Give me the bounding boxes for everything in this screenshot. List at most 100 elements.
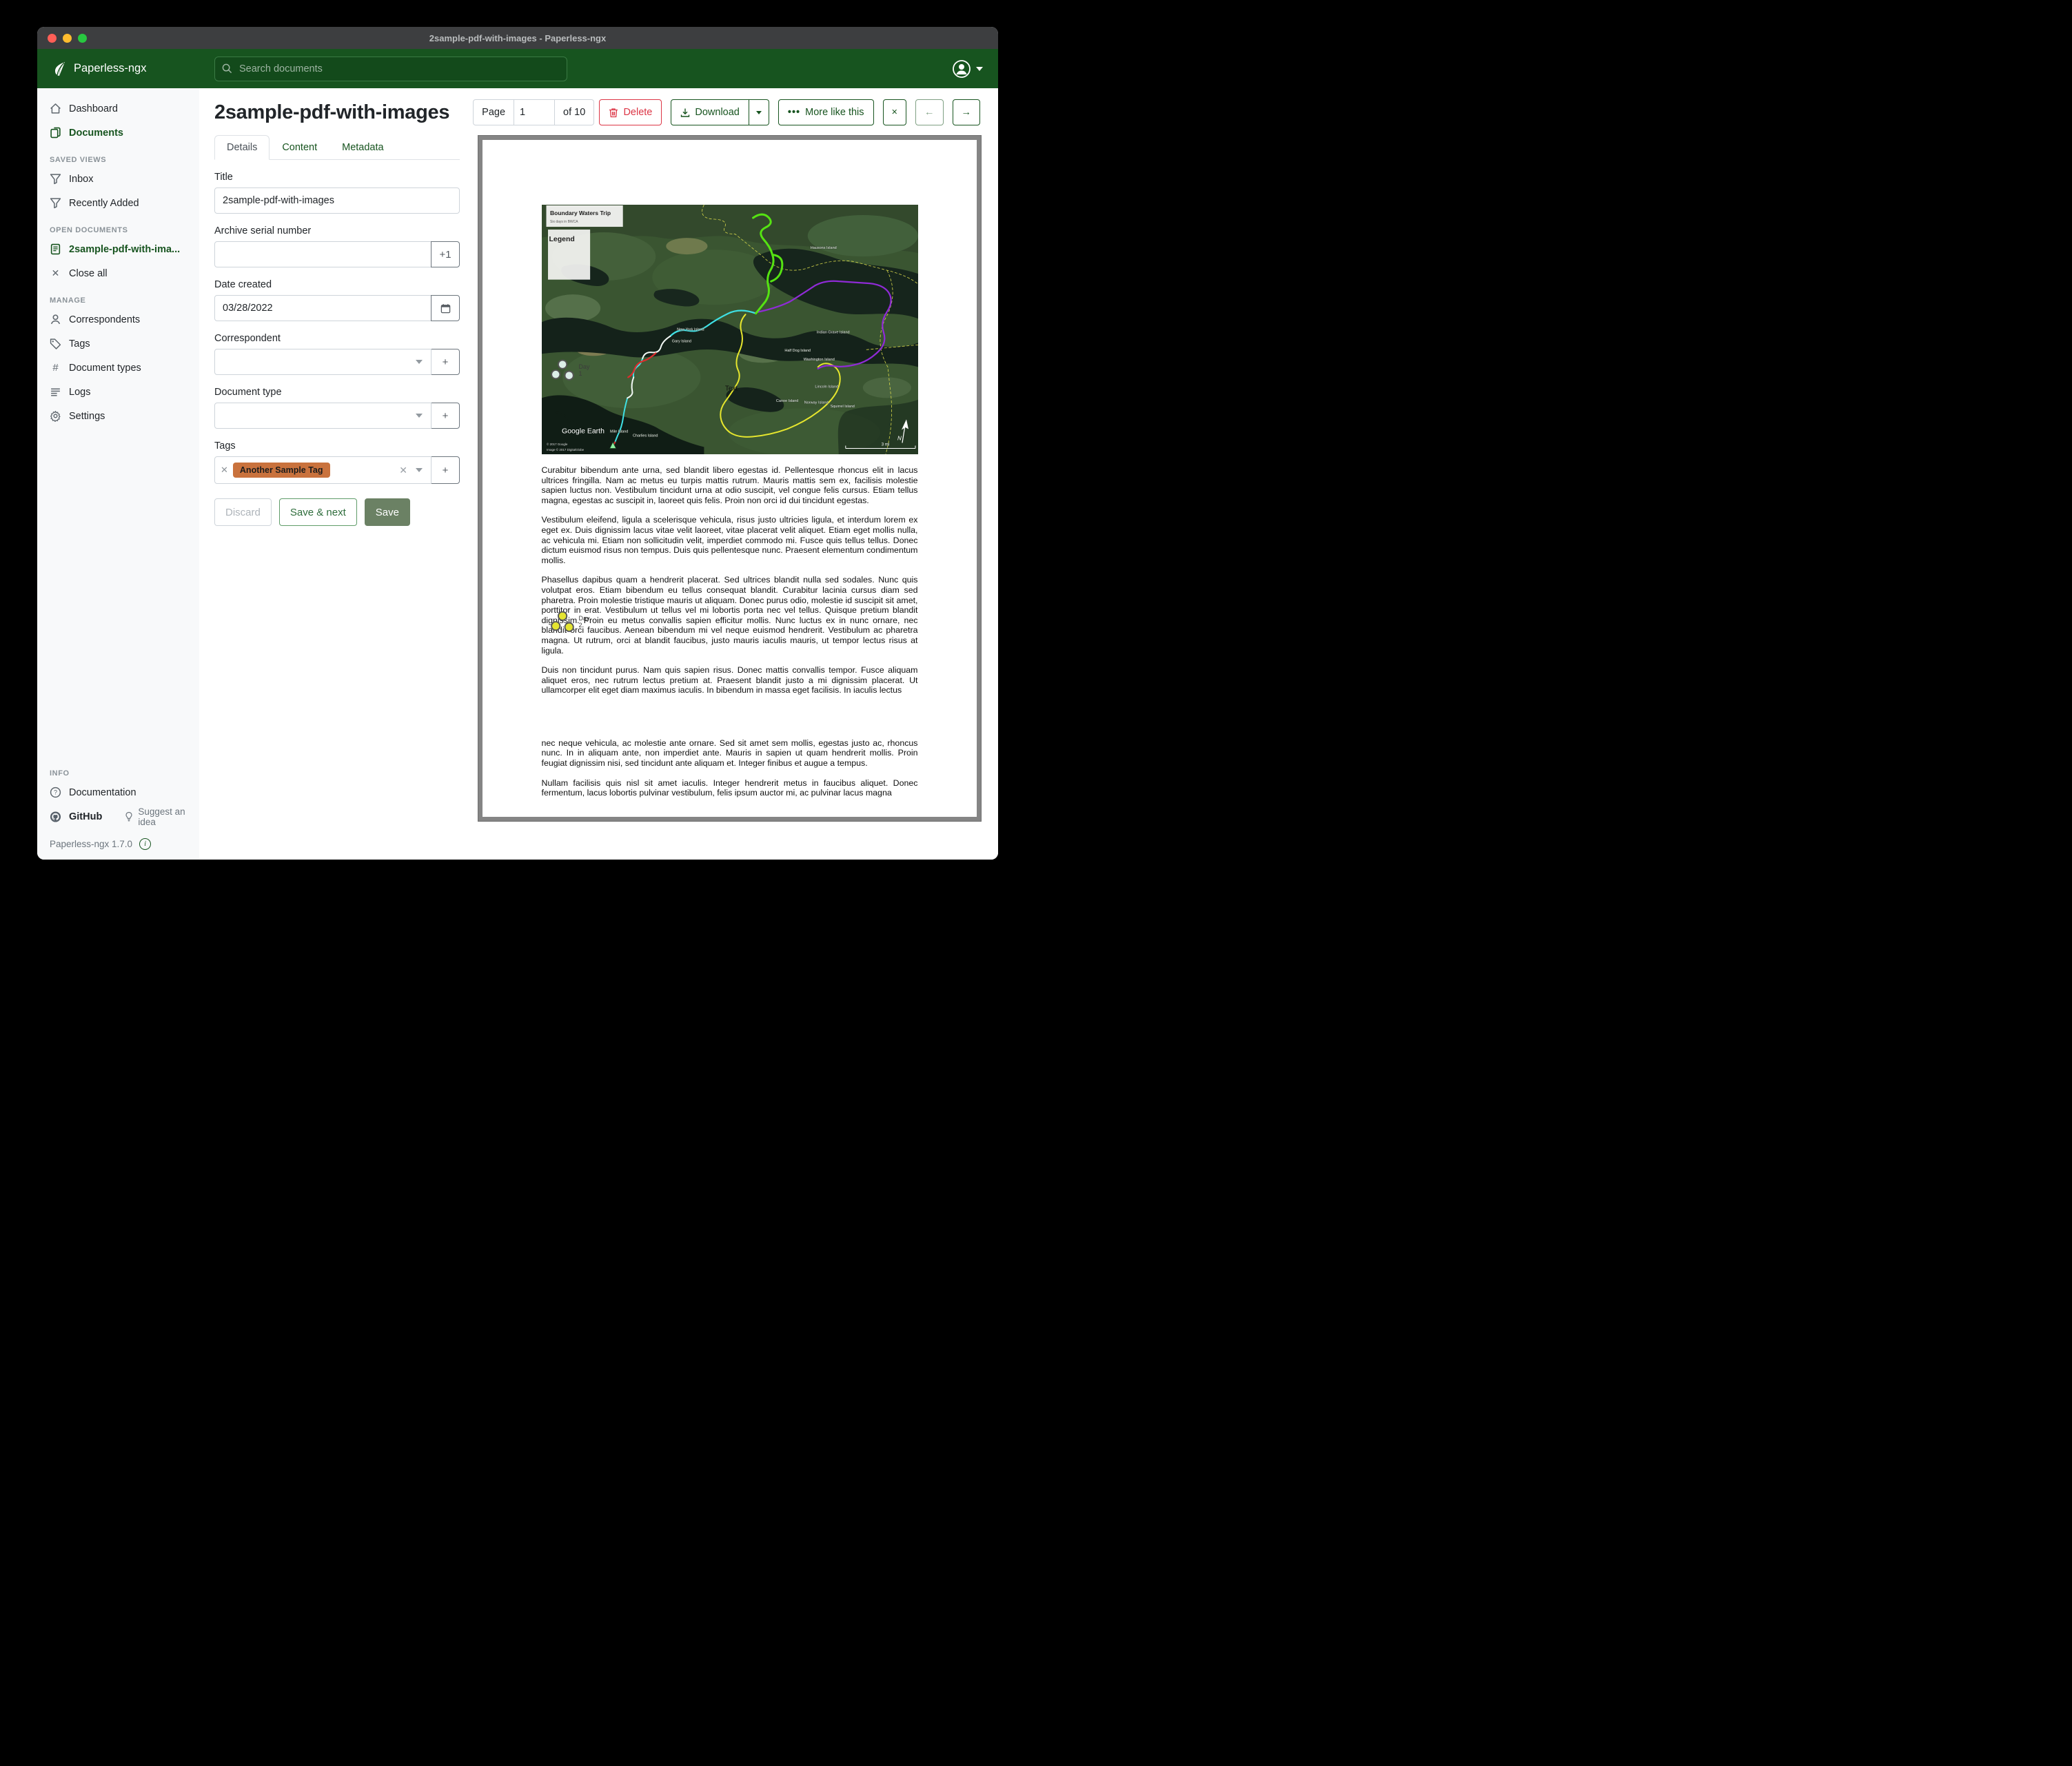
pdf-paragraph: nec neque vehicula, ac molestie ante orn… xyxy=(542,738,918,769)
map-label: New York Island xyxy=(677,328,704,332)
tags-label: Tags xyxy=(214,440,460,451)
add-document-type-button[interactable]: + xyxy=(431,403,460,429)
more-like-this-button[interactable]: ••• More like this xyxy=(778,99,874,125)
download-button[interactable]: Download xyxy=(671,99,749,125)
page-number-input[interactable] xyxy=(514,99,555,125)
map-label: Norway Island xyxy=(804,400,828,405)
chevron-down-icon xyxy=(416,468,423,472)
close-icon: × xyxy=(892,107,897,118)
sidebar-item-documents[interactable]: Documents xyxy=(37,121,199,145)
sidebar-item-label: 2sample-pdf-with-ima... xyxy=(69,244,180,255)
svg-text:Six days in BWCA: Six days in BWCA xyxy=(550,220,578,224)
chevron-down-icon xyxy=(976,67,983,71)
arrow-right-icon: → xyxy=(962,107,972,118)
sidebar-item-label: Close all xyxy=(69,268,108,279)
search-input[interactable] xyxy=(238,63,560,75)
close-document-button[interactable]: × xyxy=(883,99,906,125)
date-created-input[interactable] xyxy=(214,295,431,321)
map-image: Hausons IslandNew York IslandGary Island… xyxy=(542,205,918,454)
user-menu[interactable] xyxy=(953,60,983,78)
sidebar-item-open-document[interactable]: 2sample-pdf-with-ima... xyxy=(37,237,199,261)
legend-item: Day 3 xyxy=(549,749,590,817)
sidebar-footer: INFO ? Documentation GitHub Suggest an i… xyxy=(37,758,199,853)
sidebar-item-label: Tags xyxy=(69,338,90,349)
trash-icon xyxy=(609,108,618,118)
info-icon[interactable]: i xyxy=(139,838,151,850)
add-correspondent-button[interactable]: + xyxy=(431,349,460,375)
gear-icon xyxy=(50,410,61,422)
titlebar: 2sample-pdf-with-images - Paperless-ngx xyxy=(37,27,998,49)
file-text-icon xyxy=(50,243,61,255)
sidebar-item-inbox[interactable]: Inbox xyxy=(37,167,199,191)
satellite-map: Hausons IslandNew York IslandGary Island… xyxy=(542,205,918,454)
tags-select[interactable]: ✕ Another Sample Tag ✕ xyxy=(214,456,431,484)
more-like-this-label: More like this xyxy=(805,107,864,118)
track-icon xyxy=(549,497,575,747)
tab-metadata[interactable]: Metadata xyxy=(329,135,396,160)
funnel-icon xyxy=(50,197,61,209)
remove-tag-icon[interactable]: ✕ xyxy=(221,465,228,476)
document-type-label: Document type xyxy=(214,387,460,398)
download-split-button: Download xyxy=(671,99,769,125)
pdf-page: Hausons IslandNew York IslandGary Island… xyxy=(483,140,977,817)
correspondent-select[interactable] xyxy=(214,349,431,375)
save-button[interactable]: Save xyxy=(365,498,410,526)
document-actions: Delete Download ••• More like this × ← → xyxy=(599,99,980,125)
tab-content[interactable]: Content xyxy=(270,135,329,160)
title-input[interactable] xyxy=(214,187,460,214)
svg-text:N: N xyxy=(897,435,901,441)
sidebar-item-suggest-idea[interactable]: Suggest an idea xyxy=(124,806,199,827)
sidebar-item-label: Correspondents xyxy=(69,314,140,325)
manage-header: MANAGE xyxy=(37,285,199,307)
sidebar-item-documentation[interactable]: ? Documentation xyxy=(37,780,199,804)
pdf-paragraph: Nullam facilisis quis nisl sit amet iacu… xyxy=(542,778,918,798)
asn-input[interactable] xyxy=(214,241,431,267)
hash-icon: # xyxy=(50,362,61,374)
documents-icon xyxy=(50,127,61,139)
legend-item: Day 2 xyxy=(549,497,590,747)
pdf-preview-pane[interactable]: Hausons IslandNew York IslandGary Island… xyxy=(478,135,982,822)
home-icon xyxy=(50,103,61,114)
title-label: Title xyxy=(214,172,460,183)
sidebar-item-settings[interactable]: Settings xyxy=(37,404,199,428)
github-icon xyxy=(50,811,61,822)
asn-plus-one-button[interactable]: +1 xyxy=(431,241,460,267)
sidebar-item-close-all[interactable]: ✕ Close all xyxy=(37,261,199,285)
map-label: Canoe Island xyxy=(775,399,798,403)
form-actions: Discard Save & next Save xyxy=(214,498,460,526)
download-options-button[interactable] xyxy=(749,99,769,125)
delete-button[interactable]: Delete xyxy=(599,99,662,125)
sidebar-item-github[interactable]: GitHub xyxy=(37,804,114,829)
pdf-text: Curabitur bibendum ante urna, sed blandi… xyxy=(542,465,918,798)
info-header: INFO xyxy=(37,758,199,780)
sidebar-item-document-types[interactable]: # Document types xyxy=(37,356,199,380)
pdf-paragraph: Vestibulum eleifend, ligula a scelerisqu… xyxy=(542,515,918,565)
app-window: 2sample-pdf-with-images - Paperless-ngx … xyxy=(37,27,998,860)
sidebar-item-correspondents[interactable]: Correspondents xyxy=(37,307,199,332)
sidebar-item-tags[interactable]: Tags xyxy=(37,332,199,356)
brand-label: Paperless-ngx xyxy=(74,62,146,75)
save-next-button[interactable]: Save & next xyxy=(279,498,357,526)
map-title-box: Boundary Waters Trip Six days in BWCA xyxy=(546,205,622,227)
next-document-button[interactable]: → xyxy=(953,99,981,125)
sidebar-item-label: GitHub xyxy=(69,811,102,822)
add-tag-button[interactable]: + xyxy=(431,456,460,484)
discard-button[interactable]: Discard xyxy=(214,498,272,526)
tag-pill[interactable]: Another Sample Tag xyxy=(233,463,330,478)
clear-tags-icon[interactable]: ✕ xyxy=(399,465,407,476)
sidebar-item-logs[interactable]: Logs xyxy=(37,380,199,404)
brand[interactable]: Paperless-ngx xyxy=(52,61,146,77)
previous-document-button[interactable]: ← xyxy=(915,99,944,125)
document-type-select[interactable] xyxy=(214,403,431,429)
sidebar-item-recently-added[interactable]: Recently Added xyxy=(37,191,199,215)
sidebar-item-label: Documentation xyxy=(69,787,136,798)
tab-details[interactable]: Details xyxy=(214,135,270,160)
legend-label: Day 1 xyxy=(578,363,589,377)
date-created-label: Date created xyxy=(214,279,460,290)
sidebar-item-dashboard[interactable]: Dashboard xyxy=(37,97,199,121)
detail-tabs: Details Content Metadata xyxy=(214,135,460,160)
pdf-paragraph: Phasellus dapibus quam a hendrerit place… xyxy=(542,575,918,656)
saved-views-header: SAVED VIEWS xyxy=(37,145,199,167)
search-box[interactable] xyxy=(214,57,567,81)
calendar-button[interactable] xyxy=(431,295,460,321)
